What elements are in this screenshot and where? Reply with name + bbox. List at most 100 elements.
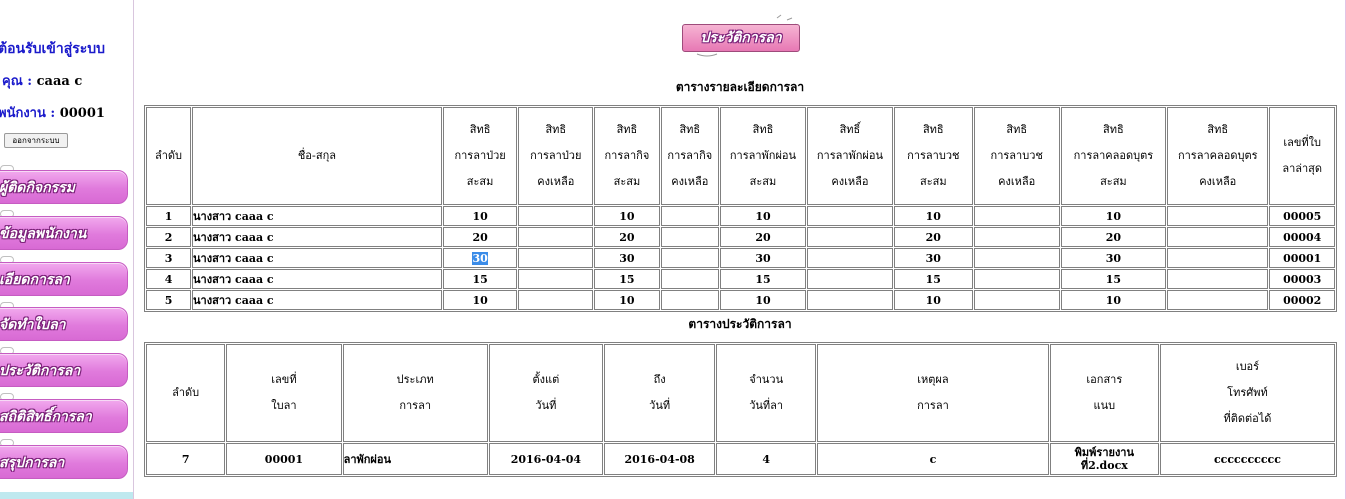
header-text: จำนวน	[749, 373, 784, 386]
menu-item-employee-info[interactable]: ข้อมูลพนักงาน	[0, 216, 128, 250]
sidebar-footer-strip	[0, 492, 133, 499]
table-cell: 00001	[226, 443, 342, 475]
table-cell: 30	[719, 248, 806, 268]
cell-text: 30	[925, 251, 941, 265]
table-cell	[1167, 227, 1269, 247]
cell-text: 00001	[264, 452, 304, 466]
leave-history-table: ลำดับ เลขที่ ใบลา ประเภท การลา ตั้งแต่ วันท…	[144, 342, 1337, 477]
table-cell	[1167, 290, 1269, 310]
menu-item-create-leave[interactable]: จัดทำใบลา	[0, 307, 128, 341]
leave-history-banner: ประวัติการลา	[682, 24, 800, 52]
header-text: ลำดับ	[154, 149, 183, 162]
header-text: สิทธิ	[469, 123, 491, 136]
table-cell: 20	[594, 227, 660, 247]
table-row: 3 นางสาว caaa c 30 30 30 30 30 00001	[146, 248, 1335, 268]
cell-text: 4	[164, 272, 173, 286]
cell-text: 10	[925, 293, 941, 307]
table-cell	[973, 290, 1060, 310]
header-text: ชื่อ-สกุล	[297, 149, 336, 162]
cell-text: 15	[925, 272, 941, 286]
detail-table-title: ตารางรายละเอียดการลา	[675, 80, 805, 94]
sidebar: ต้อนรับเข้าสู่ระบบ คุณ : caaa c พนักงาน …	[0, 0, 134, 499]
table-cell	[518, 248, 594, 268]
header-days: จำนวนวันที่ลา	[716, 344, 817, 442]
header-text: วันที่ลา	[749, 399, 784, 412]
header-text: สิทธิ	[1207, 123, 1229, 136]
header-text: การลาป่วย	[530, 149, 582, 162]
cell-text: cccccccccc	[1213, 452, 1281, 466]
user-label: คุณ :	[2, 74, 33, 89]
table-cell	[660, 290, 719, 310]
cell-text: 15	[1105, 272, 1122, 286]
cell-text: 2016-04-04	[510, 452, 582, 466]
table-cell	[660, 206, 719, 226]
header-maternity-remain: สิทธิ การลาคลอดบุตร คงเหลือ	[1167, 107, 1269, 205]
cell-text: นางสาว caaa c	[193, 210, 274, 223]
table-row: 5 นางสาว caaa c 10 10 10 10 10 00002	[146, 290, 1335, 310]
logout-button[interactable]: ออกจากระบบ	[4, 133, 68, 148]
cell-text: 30	[755, 251, 771, 265]
menu-item-leave-details[interactable]: เอียดการลา	[0, 262, 128, 296]
header-text: สิทธิ	[1006, 123, 1028, 136]
table-cell: 2016-04-08	[604, 443, 716, 475]
header-text: เอกสาร	[1086, 373, 1123, 386]
header-text: ตั้งแต่	[532, 373, 560, 386]
cell-text: 7	[181, 452, 190, 466]
table-cell: 15	[1060, 269, 1167, 289]
table-cell: 00004	[1269, 227, 1335, 247]
cell-text: 10	[619, 293, 635, 307]
table-cell: 10	[893, 206, 973, 226]
menu-item-leave-rights[interactable]: สถิติสิทธิ์การลา	[0, 399, 128, 433]
cell-text: 00002	[1283, 293, 1322, 307]
header-attachment: เอกสาร แนบ	[1049, 344, 1159, 442]
table-cell: 7	[146, 443, 226, 475]
header-reason: เหตุผล การลา	[817, 344, 1049, 442]
menu-item-activities[interactable]: ผู้ติดกิจกรรม	[0, 170, 128, 204]
table-cell: 4	[146, 269, 192, 289]
cell-text: 20	[925, 230, 941, 244]
table-cell	[1167, 206, 1269, 226]
history-table-title: ตารางประวัติการลา	[688, 317, 792, 331]
table-cell: 10	[594, 290, 660, 310]
header-text: เบอร์	[1235, 360, 1260, 373]
user-name: caaa c	[36, 74, 83, 89]
header-text: ลำดับ	[172, 386, 200, 399]
table-cell: 20	[719, 227, 806, 247]
header-text: ลาล่าสุด	[1282, 162, 1323, 175]
table-cell: 10	[719, 206, 806, 226]
menu-item-leave-summary[interactable]: สรุปการลา	[0, 445, 128, 479]
table-cell: cccccccccc	[1159, 443, 1335, 475]
header-text: เลขที่	[271, 373, 297, 386]
menu-item-leave-history[interactable]: ประวัติการลา	[0, 353, 128, 387]
attachment-link[interactable]: พิมพ์รายงาน ที่2.docx	[1049, 443, 1159, 475]
header-name: ชื่อ-สกุล	[192, 107, 442, 205]
header-text: สะสม	[1100, 175, 1127, 188]
table-cell: 5	[146, 290, 192, 310]
header-text: ที่ติดต่อได้	[1223, 412, 1272, 425]
table-cell: 3	[146, 248, 192, 268]
table-cell: 10	[893, 290, 973, 310]
cell-text: 10	[619, 209, 635, 223]
cell-text: 00005	[1283, 209, 1322, 223]
table-cell: 2016-04-04	[488, 443, 604, 475]
header-text: สิทธิ	[545, 123, 567, 136]
table-cell	[973, 206, 1060, 226]
header-text: การลาคลอดบุตร	[1073, 149, 1154, 162]
header-personal-accum: สิทธิ การลากิจ สะสม	[594, 107, 660, 205]
table-cell	[518, 290, 594, 310]
table-cell: 30	[442, 248, 518, 268]
header-personal-remain: สิทธิ การลากิจ คงเหลือ	[660, 107, 719, 205]
cell-text: 10	[1105, 209, 1122, 223]
header-sick-remain: สิทธิ การลาป่วย คงเหลือ	[518, 107, 594, 205]
table-cell	[806, 206, 893, 226]
cell-text: 15	[755, 272, 771, 286]
table-cell	[806, 290, 893, 310]
welcome-text: ต้อนรับเข้าสู่ระบบ	[0, 41, 106, 57]
table-cell: 30	[594, 248, 660, 268]
header-text: คงเหลือ	[998, 175, 1036, 188]
cell-text: 2016-04-08	[624, 452, 695, 466]
table-cell	[518, 227, 594, 247]
cell-text: 00003	[1283, 272, 1322, 286]
table-cell	[806, 248, 893, 268]
employee-name-cell: นางสาว caaa c	[192, 290, 442, 310]
